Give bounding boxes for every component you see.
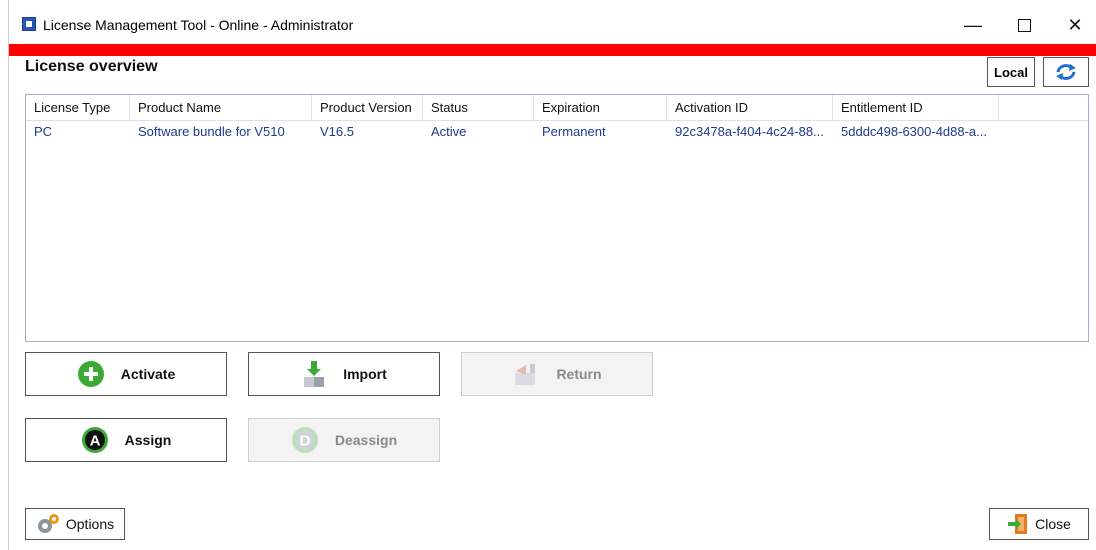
app-icon	[22, 17, 36, 31]
assign-icon: A	[81, 427, 108, 453]
app-window: License Management Tool - Online - Admin…	[8, 0, 1096, 550]
options-button[interactable]: Options	[25, 508, 125, 540]
status-banner	[9, 44, 1096, 56]
title-bar[interactable]: License Management Tool - Online - Admin…	[9, 0, 1096, 44]
activate-label: Activate	[120, 366, 176, 382]
assign-button[interactable]: A Assign	[25, 418, 227, 462]
license-table[interactable]: License Type Product Name Product Versio…	[25, 94, 1089, 342]
cell-product-version: V16.5	[320, 124, 354, 139]
minimize-icon: —	[964, 14, 982, 35]
import-icon	[304, 361, 325, 387]
column-header-activation-id[interactable]: Activation ID	[667, 95, 833, 120]
cell-entitlement-id: 5dddc498-6300-4d88-a...	[841, 124, 988, 139]
column-header-license-type[interactable]: License Type	[26, 95, 130, 120]
maximize-icon	[1017, 18, 1031, 32]
close-label: Close	[1035, 516, 1071, 532]
deassign-button[interactable]: D Deassign	[248, 418, 440, 462]
table-header: License Type Product Name Product Versio…	[26, 95, 1088, 121]
assign-label: Assign	[124, 432, 172, 448]
gear-icon	[37, 514, 59, 533]
minimize-button[interactable]: —	[950, 8, 996, 42]
import-button[interactable]: Import	[248, 352, 440, 396]
refresh-button[interactable]	[1043, 57, 1089, 87]
return-label: Return	[556, 366, 602, 382]
deassign-label: Deassign	[334, 432, 398, 448]
close-window-button[interactable]: ✕	[1052, 8, 1096, 42]
page-title: License overview	[25, 58, 158, 75]
table-row[interactable]: PC Software bundle for V510 V16.5 Active…	[26, 121, 1088, 143]
cell-expiration: Permanent	[542, 124, 606, 139]
deassign-icon: D	[291, 427, 318, 453]
column-header-entitlement-id[interactable]: Entitlement ID	[833, 95, 999, 120]
return-button[interactable]: Return	[461, 352, 653, 396]
cell-activation-id: 92c3478a-f404-4c24-88...	[675, 124, 824, 139]
column-header-product-version[interactable]: Product Version	[312, 95, 423, 120]
column-header-product-name[interactable]: Product Name	[130, 95, 312, 120]
refresh-icon	[1056, 64, 1076, 80]
svg-text:A: A	[89, 433, 100, 450]
window-title: License Management Tool - Online - Admin…	[43, 17, 354, 33]
cell-product-name: Software bundle for V510	[138, 124, 285, 139]
exit-door-icon	[1008, 514, 1028, 534]
maximize-button[interactable]	[1001, 8, 1047, 42]
column-header-expiration[interactable]: Expiration	[534, 95, 667, 120]
cell-status: Active	[431, 124, 467, 139]
import-label: Import	[343, 366, 387, 382]
svg-text:D: D	[299, 433, 310, 450]
cell-license-type: PC	[34, 124, 53, 139]
column-header-status[interactable]: Status	[423, 95, 534, 120]
options-label: Options	[65, 516, 115, 532]
local-button[interactable]: Local	[987, 57, 1035, 87]
activate-button[interactable]: Activate	[25, 352, 227, 396]
return-icon	[515, 364, 536, 385]
close-button[interactable]: Close	[989, 508, 1089, 540]
close-icon: ✕	[1067, 14, 1083, 35]
plus-circle-icon	[77, 361, 104, 387]
